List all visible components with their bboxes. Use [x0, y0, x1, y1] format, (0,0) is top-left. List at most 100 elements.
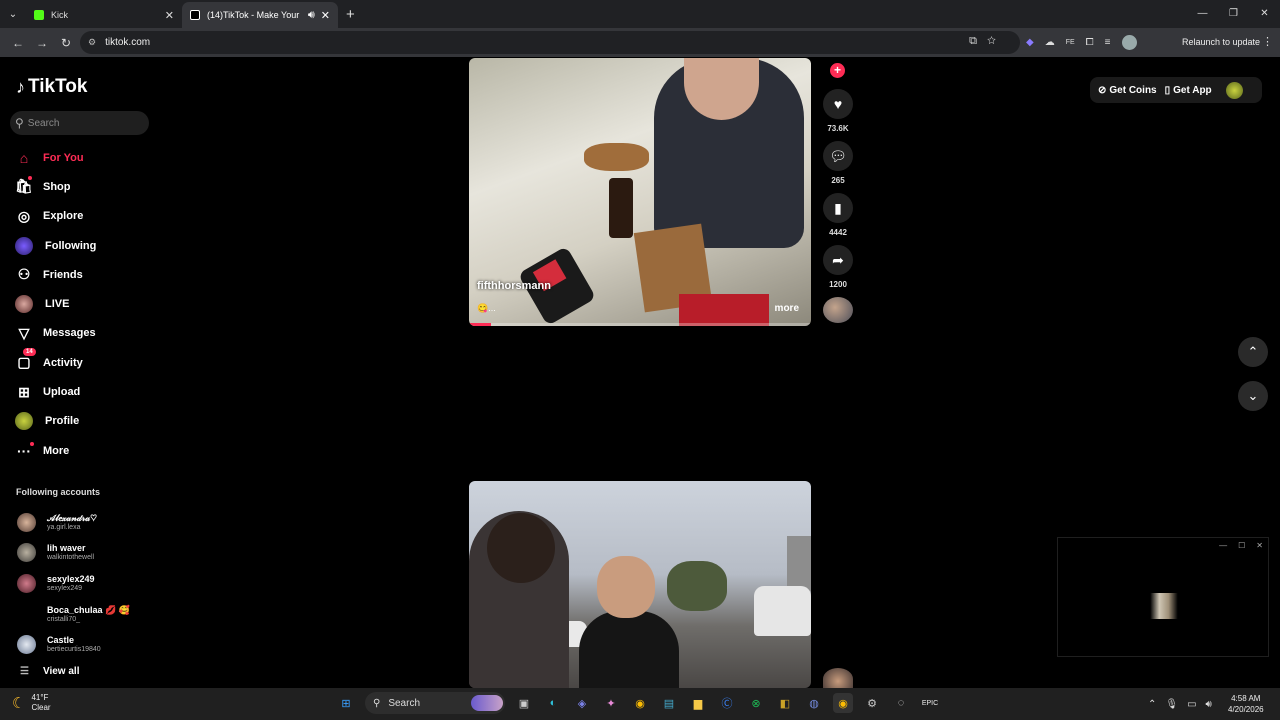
nav-shop[interactable]: 🛍︎ Shop: [13, 172, 163, 201]
teams-icon[interactable]: ◈: [572, 693, 592, 713]
minimize-icon[interactable]: —: [1187, 0, 1218, 28]
cloud-extension-icon[interactable]: ☁: [1045, 37, 1055, 48]
nav-explore[interactable]: ◎ Explore: [13, 202, 163, 231]
close-tab-icon[interactable]: ✕: [165, 9, 174, 22]
relaunch-button[interactable]: Relaunch to update: [1182, 28, 1260, 57]
menu-kebab-icon[interactable]: ⋮: [1262, 28, 1273, 57]
following-account[interactable]: lih waver walkintothewell: [17, 538, 167, 569]
tab-tiktok[interactable]: (14)TikTok - Make Your Day 🔊︎ ✕: [182, 2, 338, 28]
nav-activity[interactable]: ▢ 14 Activity: [13, 347, 163, 377]
tab-kick[interactable]: Kick ✕: [26, 2, 182, 28]
close-window-icon[interactable]: ✕: [1249, 0, 1280, 28]
share-action[interactable]: ➦ 1200: [820, 245, 856, 289]
tab-search-icon[interactable]: ⌄: [0, 0, 26, 28]
upload-icon: ⊞: [18, 383, 30, 400]
clock[interactable]: 4:58 AM 4/20/2026: [1228, 693, 1264, 715]
weather-widget[interactable]: ☾ 41°F Clear: [12, 693, 51, 713]
video-content: [597, 556, 655, 618]
following-account[interactable]: 𝒜𝓁𝑒𝓍𝒶𝓃𝒹𝓇𝒶♡ ya.girl.lexa: [17, 507, 167, 538]
edge-icon[interactable]: ◐: [543, 693, 563, 713]
nav-for-you[interactable]: ⌂ For You: [13, 143, 163, 172]
nav-friends[interactable]: ⚇ Friends: [13, 260, 163, 289]
tiktok-favicon-icon: [190, 10, 200, 20]
chrome-active-icon[interactable]: ◉: [833, 693, 853, 713]
task-view-icon[interactable]: ▣: [514, 693, 534, 713]
previous-video-button[interactable]: ⌃: [1238, 337, 1268, 367]
back-icon[interactable]: ←: [6, 36, 30, 50]
nav-more[interactable]: ··· More: [13, 436, 163, 465]
video-player[interactable]: fifthhorsmann 😋... more: [469, 58, 811, 326]
nav-label: Messages: [43, 327, 96, 340]
nav-profile[interactable]: Profile: [13, 407, 163, 436]
settings-icon[interactable]: ⚙: [862, 693, 882, 713]
bookmark-star-icon[interactable]: ☆: [987, 35, 1006, 47]
save-action[interactable]: ▮ 4442: [820, 193, 856, 237]
game-app-icon[interactable]: ◧: [775, 693, 795, 713]
extension-icon[interactable]: ◆: [1026, 37, 1034, 48]
following-account[interactable]: Castle bertiecurtis19840: [17, 629, 167, 660]
video-username[interactable]: fifthhorsmann: [477, 280, 551, 292]
maximize-icon[interactable]: ☐: [1238, 538, 1245, 553]
comment-action[interactable]: 💬︎ 265: [820, 141, 856, 185]
next-video-button[interactable]: ⌄: [1238, 381, 1268, 411]
nav-live[interactable]: LIVE: [13, 289, 163, 318]
profile-avatar-icon: [15, 412, 33, 431]
music-disc-avatar[interactable]: [823, 297, 853, 323]
chrome-icon[interactable]: ◉: [630, 693, 650, 713]
search-placeholder: Search: [27, 117, 60, 129]
get-app-button[interactable]: ▯ Get App: [1165, 85, 1212, 96]
video-content: [787, 536, 811, 591]
profile-avatar[interactable]: [1121, 35, 1137, 50]
following-account[interactable]: sexylex249 sexylex249: [17, 568, 167, 599]
microphone-icon[interactable]: 🎙︎: [1165, 699, 1178, 710]
mini-player-window[interactable]: — ☐ ✕: [1057, 537, 1269, 657]
windows-start-icon[interactable]: ⊞: [336, 693, 356, 713]
taskbar-search[interactable]: ⚲ Search: [365, 692, 505, 714]
minimize-icon[interactable]: —: [1219, 538, 1227, 553]
nav-messages[interactable]: ▽ Messages: [13, 319, 163, 348]
creator-avatar[interactable]: [823, 668, 853, 690]
search-input[interactable]: ⚲ Search: [10, 111, 149, 135]
video-progress-bar[interactable]: [469, 323, 811, 326]
copilot-icon[interactable]: ✦: [601, 693, 621, 713]
reload-icon[interactable]: ↻: [54, 36, 78, 50]
site-info-icon[interactable]: ⚙: [88, 37, 96, 48]
tray-overflow-icon[interactable]: ⌃: [1148, 699, 1156, 710]
speaker-icon[interactable]: 🔊︎: [308, 9, 315, 22]
media-control-icon[interactable]: ≡: [1105, 37, 1111, 48]
nav-following[interactable]: Following: [13, 231, 163, 260]
restore-icon[interactable]: ❐: [1218, 0, 1249, 28]
view-all-button[interactable]: ☰ View all: [20, 666, 79, 677]
follow-plus-button[interactable]: +: [830, 63, 845, 78]
more-button[interactable]: more: [775, 303, 799, 314]
volume-icon[interactable]: 🔊︎: [1206, 699, 1212, 710]
network-icon[interactable]: ▭: [1187, 699, 1196, 710]
nav-label: For You: [43, 151, 84, 164]
file-explorer-icon[interactable]: ▆: [688, 693, 708, 713]
close-tab-icon[interactable]: ✕: [321, 9, 330, 22]
close-icon[interactable]: ✕: [1256, 538, 1263, 553]
get-app-label: Get App: [1173, 84, 1212, 96]
epic-games-icon[interactable]: EPIC: [920, 693, 940, 713]
app-c-icon[interactable]: Ⓒ: [717, 693, 737, 713]
open-in-app-icon[interactable]: ⧉: [969, 35, 987, 47]
video-content: [667, 561, 727, 611]
forward-icon[interactable]: →: [30, 36, 54, 50]
window-controls: — ❐ ✕: [1187, 0, 1280, 28]
like-action[interactable]: ♥ 73.6K: [820, 89, 856, 133]
get-coins-button[interactable]: ⊘ Get Coins: [1098, 85, 1157, 96]
app-icon[interactable]: ◌: [891, 693, 911, 713]
url-field[interactable]: ⚙ tiktok.com ⧉☆: [80, 31, 1020, 54]
discord-icon[interactable]: ◍: [804, 693, 824, 713]
following-account[interactable]: Boca_chulaa 💋 🥰 cristalli70_: [17, 599, 167, 630]
xbox-icon[interactable]: ⊗: [746, 693, 766, 713]
tiktok-logo[interactable]: ♪ TikTok: [16, 76, 87, 98]
puzzle-icon[interactable]: ⧠: [1086, 37, 1094, 48]
store-icon[interactable]: ▤: [659, 693, 679, 713]
video-player[interactable]: [469, 481, 811, 688]
mini-player-thumbnail: [1141, 593, 1187, 619]
extension-icon[interactable]: FE: [1066, 39, 1075, 46]
nav-upload[interactable]: ⊞ Upload: [13, 377, 163, 406]
new-tab-button[interactable]: +: [346, 6, 355, 23]
user-avatar[interactable]: [1225, 81, 1243, 99]
